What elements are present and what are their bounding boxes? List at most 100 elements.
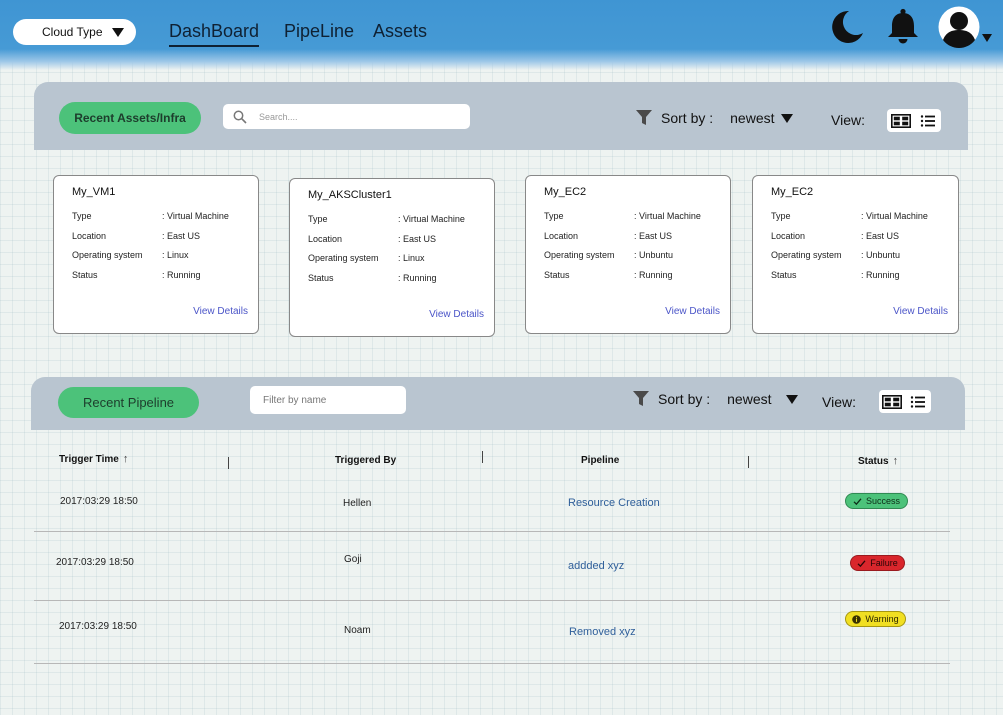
field-value: : Running xyxy=(162,270,201,281)
column-header-label: Triggered By xyxy=(335,455,397,466)
status-label: Failure xyxy=(870,558,898,568)
column-divider xyxy=(228,457,229,469)
field-key: Operating system xyxy=(771,250,842,261)
field-value: : Unbuntu xyxy=(861,250,901,261)
row-divider xyxy=(34,600,950,601)
asset-card[interactable]: My_EC2 Type: Virtual Machine Location: E… xyxy=(752,175,959,334)
cloud-type-dropdown[interactable]: Cloud Type xyxy=(13,19,136,45)
triggered-by-cell: Hellen xyxy=(343,498,372,509)
field-key: Operating system xyxy=(308,253,379,264)
nav-pipeline[interactable]: PipeLine xyxy=(284,21,354,42)
moon-icon[interactable] xyxy=(829,9,865,45)
column-divider xyxy=(748,456,749,468)
filter-by-name-input[interactable] xyxy=(263,394,398,406)
view-details-link[interactable]: View Details xyxy=(193,306,248,317)
grid-icon xyxy=(882,394,902,409)
field-key: Type xyxy=(544,211,564,221)
recent-pipeline-button[interactable]: Recent Pipeline xyxy=(58,387,199,418)
list-view-button[interactable] xyxy=(905,390,931,413)
sort-dropdown[interactable]: newest xyxy=(727,391,798,407)
pipeline-link[interactable]: addded xyz xyxy=(568,560,624,572)
status-label: Success xyxy=(865,496,900,506)
status-badge: Warning xyxy=(845,611,906,627)
nav-assets[interactable]: Assets xyxy=(373,21,427,42)
chevron-down-icon[interactable] xyxy=(982,34,992,42)
nav-dashboard[interactable]: DashBoard xyxy=(169,21,260,47)
asset-field: Type : Virtual Machine xyxy=(771,211,958,231)
chevron-down-icon xyxy=(785,394,798,404)
asset-field: Location: East US xyxy=(544,231,730,251)
filter-icon[interactable] xyxy=(636,110,652,126)
grid-icon xyxy=(890,113,911,128)
field-value: : Linux xyxy=(398,253,425,264)
asset-field: Location : East US xyxy=(771,231,958,251)
asset-field: Location: East US xyxy=(72,231,258,251)
asset-field: Operating system : Linux xyxy=(308,253,494,273)
recent-assets-button[interactable]: Recent Assets/Infra xyxy=(59,102,201,134)
sort-arrow-icon[interactable]: ↑ xyxy=(893,455,899,467)
column-header-label: Status xyxy=(858,455,889,467)
view-details-link[interactable]: View Details xyxy=(429,309,484,320)
asset-card-title: My_AKSCluster1 xyxy=(308,189,392,201)
field-value: : Virtual Machine xyxy=(398,214,465,224)
sort-arrow-icon[interactable]: ↑ xyxy=(123,453,129,465)
asset-field: Type : Virtual Machine xyxy=(544,211,730,231)
view-details-link[interactable]: View Details xyxy=(665,306,720,317)
field-value: : Running xyxy=(861,270,900,281)
field-key: Location xyxy=(72,230,107,241)
asset-field: Status: Running xyxy=(771,270,958,290)
view-details-link[interactable]: View Details xyxy=(893,306,948,317)
search-icon xyxy=(233,110,247,124)
field-value: : Virtual Machine xyxy=(162,211,229,221)
column-header-triggered-by[interactable]: Triggered By xyxy=(335,455,396,466)
sort-dropdown[interactable]: newest xyxy=(730,110,793,126)
column-header-pipeline[interactable]: Pipeline xyxy=(581,455,619,466)
asset-card[interactable]: My_AKSCluster1 Type: Virtual Machine Loc… xyxy=(289,178,495,337)
field-key: Type xyxy=(771,211,791,221)
triggered-by-cell: Noam xyxy=(344,625,371,636)
search-input[interactable] xyxy=(259,111,449,122)
field-value: : Virtual Machine xyxy=(861,211,928,221)
field-value: : East US xyxy=(861,230,900,241)
field-key: Status xyxy=(72,270,98,281)
list-view-button[interactable] xyxy=(914,109,941,132)
asset-field: Status: Running xyxy=(544,270,730,290)
asset-card[interactable]: My_EC2 Type: Virtual Machine Location: E… xyxy=(525,175,731,334)
cloud-type-label: Cloud Type xyxy=(42,25,103,39)
sort-by-label: Sort by : xyxy=(658,391,711,407)
field-key: Status xyxy=(308,273,334,284)
row-divider xyxy=(34,531,950,532)
list-icon xyxy=(910,395,925,408)
view-label: View: xyxy=(831,112,865,128)
triggered-by-cell: Goji xyxy=(344,554,362,565)
field-key: Operating system xyxy=(72,250,143,261)
field-value: : Virtual Machine xyxy=(634,211,701,221)
sort-by-label: Sort by : xyxy=(661,110,714,126)
status-badge: Failure xyxy=(850,555,905,571)
column-header-status[interactable]: Status ↑ xyxy=(858,455,898,467)
row-divider xyxy=(34,663,950,664)
asset-field: Location: East US xyxy=(308,234,494,254)
view-toggle xyxy=(887,109,941,132)
field-key: Location xyxy=(771,230,806,241)
grid-view-button[interactable] xyxy=(879,390,905,413)
grid-view-button[interactable] xyxy=(887,109,914,132)
filter-icon[interactable] xyxy=(633,391,649,407)
asset-field: Operating system : Unbuntu xyxy=(771,250,958,270)
trigger-time-cell: 2017:03:29 18:50 xyxy=(59,621,137,632)
asset-card[interactable]: My_VM1 Type: Virtual Machine Location: E… xyxy=(53,175,259,334)
pipeline-toolbar: Recent Pipeline Sort by : newest View: xyxy=(31,377,965,430)
field-key: Location xyxy=(544,230,579,241)
column-divider xyxy=(482,451,483,463)
field-key: Location xyxy=(308,233,343,244)
status-badge: Success xyxy=(845,493,908,509)
pipeline-link[interactable]: Removed xyz xyxy=(569,626,636,638)
column-header-trigger-time[interactable]: Trigger Time ↑ xyxy=(59,453,128,465)
trigger-time-cell: 2017:03:29 18:50 xyxy=(56,557,134,568)
top-header: Cloud Type DashBoard PipeLine Assets xyxy=(0,0,1003,70)
pipeline-link[interactable]: Resource Creation xyxy=(568,497,660,509)
list-icon xyxy=(920,114,935,127)
user-avatar-icon[interactable] xyxy=(937,6,981,48)
info-icon xyxy=(852,614,862,624)
bell-icon[interactable] xyxy=(886,8,920,44)
